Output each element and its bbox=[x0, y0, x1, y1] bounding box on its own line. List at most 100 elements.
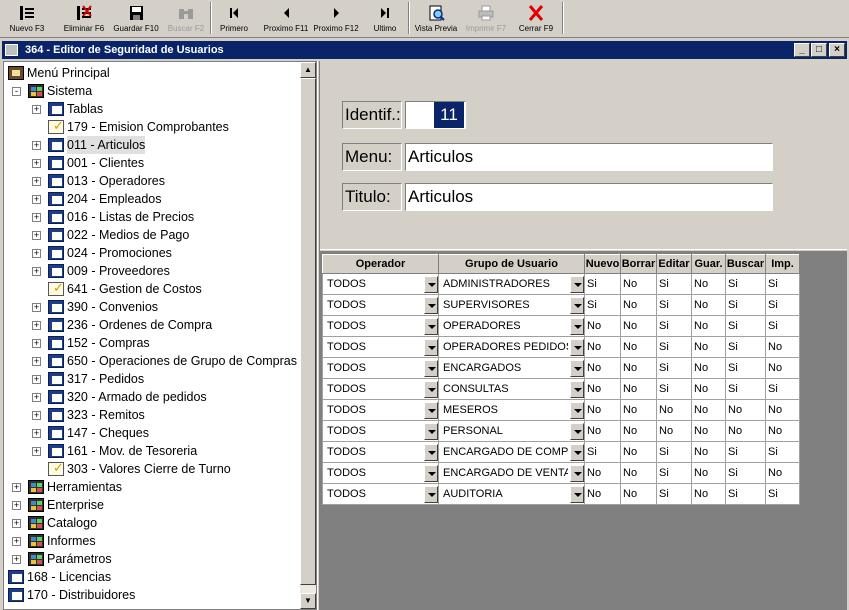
grupo-cell[interactable]: OPERADORES PEDIDOS bbox=[438, 336, 585, 358]
column-header[interactable]: Guar. bbox=[691, 254, 726, 274]
permission-cell[interactable]: No bbox=[691, 378, 726, 400]
chevron-down-icon[interactable] bbox=[424, 422, 438, 440]
grupo-combo[interactable]: ADMINISTRADORES bbox=[441, 275, 584, 294]
operador-combo[interactable]: TODOS bbox=[325, 380, 438, 399]
grupo-combo[interactable]: ENCARGADO DE VENTAS bbox=[441, 464, 584, 483]
table-row[interactable]: TODOS ENCARGADOS No No Si No Si No bbox=[322, 357, 800, 379]
permission-cell[interactable]: Si bbox=[725, 483, 766, 505]
expand-icon[interactable]: + bbox=[32, 321, 41, 330]
chevron-down-icon[interactable] bbox=[424, 443, 438, 461]
permission-cell[interactable]: No bbox=[656, 399, 692, 421]
expand-icon[interactable]: + bbox=[32, 105, 41, 114]
permission-cell[interactable]: No bbox=[620, 378, 657, 400]
operador-cell[interactable]: TODOS bbox=[322, 294, 439, 316]
close-button[interactable]: Cerrar F9 bbox=[514, 0, 558, 36]
permission-cell[interactable]: No bbox=[620, 315, 657, 337]
grupo-cell[interactable]: ENCARGADOS bbox=[438, 357, 585, 379]
permission-cell[interactable]: Si bbox=[765, 378, 800, 400]
tree-item-022-medios-de-pago[interactable]: +022 - Medios de Pago bbox=[4, 226, 301, 244]
print-button[interactable]: Imprimir F7 bbox=[462, 0, 510, 36]
permission-cell[interactable]: Si bbox=[725, 294, 766, 316]
preview-button[interactable]: Vista Previa bbox=[412, 0, 460, 36]
chevron-down-icon[interactable] bbox=[424, 485, 438, 503]
tree-item-tablas[interactable]: + Tablas bbox=[4, 100, 301, 118]
permission-cell[interactable]: Si bbox=[584, 273, 621, 295]
operador-combo[interactable]: TODOS bbox=[325, 422, 438, 441]
permission-cell[interactable]: Si bbox=[656, 315, 692, 337]
permission-cell[interactable]: No bbox=[620, 420, 657, 442]
expand-icon[interactable]: + bbox=[32, 429, 41, 438]
tree-item-sistema[interactable]: - Sistema bbox=[4, 82, 301, 100]
operador-combo[interactable]: TODOS bbox=[325, 443, 438, 462]
expand-icon[interactable]: + bbox=[32, 375, 41, 384]
chevron-down-icon[interactable] bbox=[570, 485, 584, 503]
permission-cell[interactable]: No bbox=[584, 420, 621, 442]
permission-cell[interactable]: Si bbox=[656, 294, 692, 316]
table-row[interactable]: TODOS SUPERVISORES Si No Si No Si Si bbox=[322, 294, 800, 316]
grupo-combo[interactable]: ENCARGADOS bbox=[441, 359, 584, 378]
permission-cell[interactable]: No bbox=[584, 336, 621, 358]
operador-cell[interactable]: TODOS bbox=[322, 483, 439, 505]
permission-cell[interactable]: Si bbox=[656, 483, 692, 505]
column-header[interactable]: Nuevo bbox=[584, 254, 621, 274]
tree-item-641-gestion-de-costos[interactable]: 641 - Gestion de Costos bbox=[4, 279, 301, 298]
tree-item-011-articulos[interactable]: +011 - Articulos bbox=[4, 136, 301, 154]
delete-button[interactable]: Eliminar F6 bbox=[58, 0, 110, 36]
expand-icon[interactable]: + bbox=[12, 555, 21, 564]
operador-combo[interactable]: TODOS bbox=[325, 359, 438, 378]
permission-cell[interactable]: No bbox=[691, 273, 726, 295]
permission-cell[interactable]: No bbox=[765, 336, 800, 358]
scroll-thumb[interactable] bbox=[300, 78, 316, 585]
tree-item-informes[interactable]: + Informes bbox=[4, 532, 301, 550]
chevron-down-icon[interactable] bbox=[570, 317, 584, 335]
operador-cell[interactable]: TODOS bbox=[322, 273, 439, 295]
permission-cell[interactable]: No bbox=[620, 357, 657, 379]
tree-item-147-cheques[interactable]: +147 - Cheques bbox=[4, 424, 301, 442]
column-header[interactable]: Imp. bbox=[765, 254, 800, 274]
chevron-down-icon[interactable] bbox=[570, 359, 584, 377]
table-row[interactable]: TODOSENCARGADO DE COMPRASSiNoSiNoSiSi bbox=[322, 441, 800, 463]
permission-cell[interactable]: No bbox=[584, 357, 621, 379]
permission-cell[interactable]: No bbox=[765, 462, 800, 484]
permission-cell[interactable]: Si bbox=[765, 483, 800, 505]
chevron-down-icon[interactable] bbox=[424, 359, 438, 377]
table-row[interactable]: TODOS ENCARGADO DE VENTAS No No Si No Si No bbox=[322, 462, 800, 484]
grupo-cell[interactable]: ENCARGADO DE COMPRAS bbox=[438, 441, 585, 463]
expand-icon[interactable]: + bbox=[32, 303, 41, 312]
chevron-down-icon[interactable] bbox=[424, 275, 438, 293]
permission-cell[interactable]: No bbox=[691, 441, 726, 463]
permission-cell[interactable]: Si bbox=[656, 378, 692, 400]
table-row[interactable]: TODOS OPERADORES No No Si No Si Si bbox=[322, 315, 800, 337]
tree-item-303-valores-cierre-de-turno[interactable]: 303 - Valores Cierre de Turno bbox=[4, 459, 301, 478]
tree-item-236-ordenes-de-compra[interactable]: +236 - Ordenes de Compra bbox=[4, 316, 301, 334]
chevron-down-icon[interactable] bbox=[570, 338, 584, 356]
chevron-down-icon[interactable] bbox=[570, 464, 584, 482]
permission-cell[interactable]: No bbox=[691, 336, 726, 358]
collapse-icon[interactable]: - bbox=[12, 87, 21, 96]
operador-cell[interactable]: TODOS bbox=[322, 378, 439, 400]
grupo-combo[interactable]: OPERADORES PEDIDOS bbox=[441, 338, 584, 357]
operador-combo[interactable]: TODOS bbox=[325, 464, 438, 483]
tree-item-herramientas[interactable]: + Herramientas bbox=[4, 478, 301, 496]
first-button[interactable]: Primero bbox=[214, 0, 254, 36]
permission-cell[interactable]: Si bbox=[584, 294, 621, 316]
tree-item-317-pedidos[interactable]: +317 - Pedidos bbox=[4, 370, 301, 388]
permission-cell[interactable]: No bbox=[691, 399, 726, 421]
permission-cell[interactable]: No bbox=[620, 441, 657, 463]
permission-cell[interactable]: No bbox=[691, 420, 726, 442]
tree-item-179-emision-comprobantes[interactable]: 179 - Emision Comprobantes bbox=[4, 117, 301, 136]
operador-combo[interactable]: TODOS bbox=[325, 275, 438, 294]
next-button[interactable]: Proximo F12 bbox=[312, 0, 360, 36]
operador-combo[interactable]: TODOS bbox=[325, 338, 438, 357]
table-row[interactable]: TODOS OPERADORES PEDIDOS No No Si No Si No bbox=[322, 336, 800, 358]
operador-cell[interactable]: TODOS bbox=[322, 441, 439, 463]
expand-icon[interactable]: + bbox=[32, 141, 41, 150]
tree-item-323-remitos[interactable]: +323 - Remitos bbox=[4, 406, 301, 424]
chevron-down-icon[interactable] bbox=[424, 380, 438, 398]
permission-cell[interactable]: No bbox=[620, 294, 657, 316]
tree-item-001-clientes[interactable]: +001 - Clientes bbox=[4, 154, 301, 172]
tree-item-par-metros[interactable]: + Parámetros bbox=[4, 550, 301, 568]
operador-cell[interactable]: TODOS bbox=[322, 357, 439, 379]
permission-cell[interactable]: No bbox=[691, 462, 726, 484]
expand-icon[interactable]: + bbox=[32, 447, 41, 456]
